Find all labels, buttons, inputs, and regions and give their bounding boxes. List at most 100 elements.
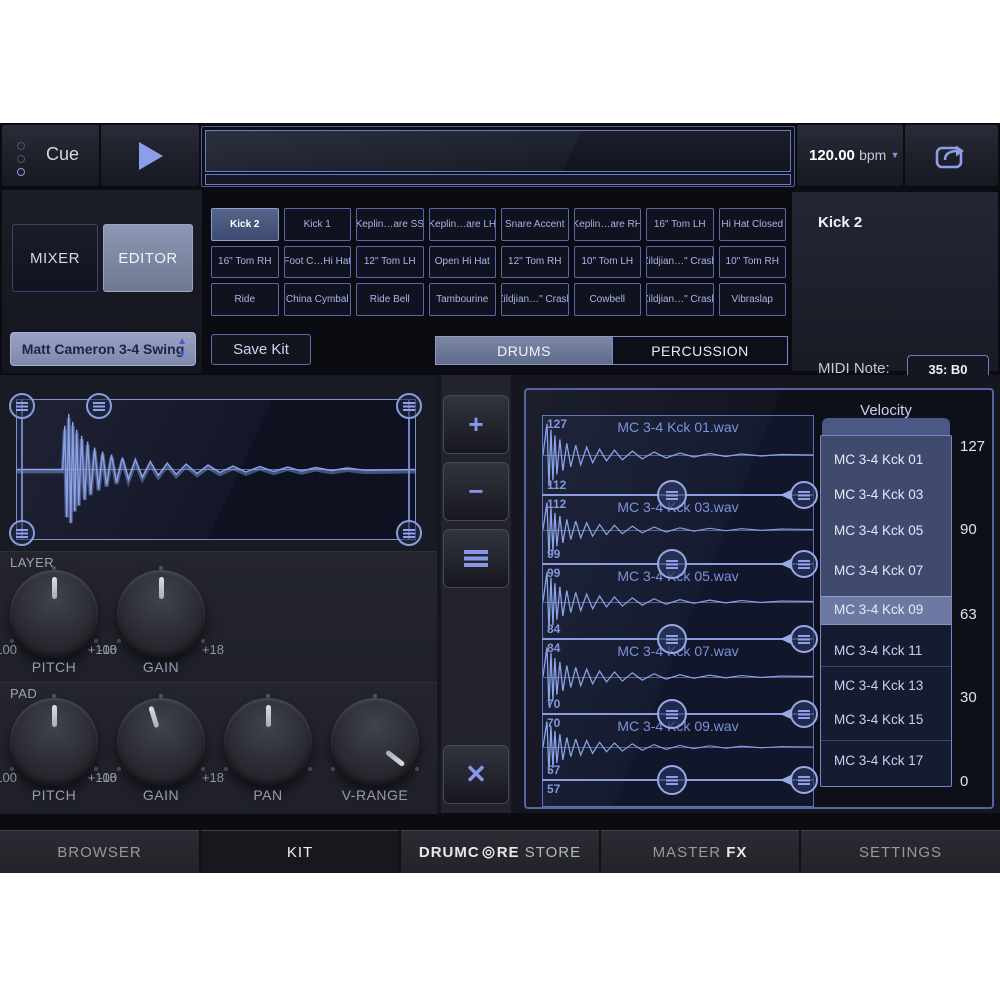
drag-handle-icon[interactable]: [657, 549, 687, 579]
plus-icon: +: [468, 409, 483, 440]
drag-handle-icon[interactable]: [657, 624, 687, 654]
velocity-pin-handle[interactable]: [790, 700, 818, 728]
end-bottom-handle[interactable]: [396, 520, 422, 546]
layer-gain-knob[interactable]: -18+18 GAIN: [106, 570, 216, 690]
bottom-navigation: BROWSER KIT DRUMCRE STORE MASTER FX SETT…: [0, 830, 1000, 873]
start-top-handle[interactable]: [9, 393, 35, 419]
cue-button[interactable]: Cue: [2, 125, 99, 186]
pad-zildjian-crash-1[interactable]: Zildjian…" Crash: [646, 246, 714, 279]
remove-layer-button[interactable]: −: [443, 462, 509, 521]
pad-snare-accent[interactable]: Snare Accent: [501, 208, 569, 241]
minus-icon: −: [468, 476, 483, 507]
nav-settings[interactable]: SETTINGS: [801, 830, 1000, 873]
mixer-button[interactable]: MIXER: [12, 224, 98, 292]
velocity-scale-30: 30: [960, 689, 994, 706]
list-item[interactable]: MC 3-4 Kck 05: [821, 516, 951, 546]
drag-handle-icon: [403, 529, 415, 538]
tempo-control[interactable]: 120.00 bpm ▼: [797, 125, 903, 186]
velocity-pin-handle[interactable]: [790, 550, 818, 578]
transport-display: [201, 126, 795, 187]
pad-10-tom-rh[interactable]: 10" Tom RH: [719, 246, 787, 279]
tab-percussion[interactable]: PERCUSSION: [612, 336, 788, 365]
pad-ride[interactable]: Ride: [211, 283, 279, 316]
drumcore-app-window: Cue 120.00 bpm ▼ MIXER EDITOR Matt Camer…: [0, 123, 1000, 873]
drag-handle-icon: [403, 402, 415, 411]
pad-cowbell[interactable]: Cowbell: [574, 283, 642, 316]
nav-kit[interactable]: KIT: [201, 830, 399, 873]
kit-preset-select[interactable]: Matt Cameron 3-4 Swing ▲▼: [10, 332, 196, 366]
drag-handle-icon[interactable]: [657, 765, 687, 795]
pad-snare-lh[interactable]: Keplin…are LH: [429, 208, 497, 241]
pad-kick-1[interactable]: Kick 1: [284, 208, 352, 241]
drag-handle-icon: [16, 402, 28, 411]
pad-snare-ss[interactable]: Keplin…are SS: [356, 208, 424, 241]
drag-handle-icon[interactable]: [657, 480, 687, 510]
editor-button[interactable]: EDITOR: [103, 224, 193, 292]
start-marker-line: [21, 400, 23, 539]
pad-12-tom-lh[interactable]: 12" Tom LH: [356, 246, 424, 279]
chevron-down-icon: ▼: [890, 150, 899, 160]
velocity-pin-handle[interactable]: [790, 625, 818, 653]
cue-indicator-dot: [17, 155, 25, 163]
list-item[interactable]: MC 3-4 Kck 07: [821, 556, 951, 586]
end-marker-line: [408, 400, 410, 539]
bpm-unit: bpm: [859, 147, 886, 163]
pad-tambourine[interactable]: Tambourine: [429, 283, 497, 316]
view-switch-panel: MIXER EDITOR Matt Cameron 3-4 Swing ▲▼: [2, 190, 202, 373]
layer-waveform: [17, 400, 415, 539]
list-item[interactable]: MC 3-4 Kck 15: [821, 705, 951, 735]
velocity-layers-panel: 127 MC 3-4 Kck 01.wav 112 112 MC 3-4 Kck…: [524, 388, 994, 809]
drag-handle-icon: [16, 529, 28, 538]
timeline-strip: [205, 174, 791, 185]
play-icon: [139, 142, 163, 170]
layer-waveform-area: [0, 375, 437, 551]
list-item[interactable]: MC 3-4 Kck 17: [821, 746, 951, 776]
pad-foot-hihat[interactable]: Foot C…Hi Hat: [284, 246, 352, 279]
pad-hihat-closed[interactable]: Hi Hat Closed: [719, 208, 787, 241]
pad-12-tom-rh[interactable]: 12" Tom RH: [501, 246, 569, 279]
pad-kick-2[interactable]: Kick 2: [211, 208, 279, 241]
delete-button[interactable]: ✕: [443, 745, 509, 804]
end-top-handle[interactable]: [396, 393, 422, 419]
cue-indicator-dot-active: [17, 168, 25, 176]
list-item[interactable]: MC 3-4 Kck 13: [821, 671, 951, 701]
pad-china-cymbal[interactable]: China Cymbal: [284, 283, 352, 316]
pad-10-tom-lh[interactable]: 10" Tom LH: [574, 246, 642, 279]
tab-drums[interactable]: DRUMS: [435, 336, 613, 365]
pad-gain-knob[interactable]: -18+18 GAIN: [106, 698, 216, 818]
nav-drumcore-store[interactable]: DRUMCRE STORE: [401, 830, 599, 873]
kit-section: MIXER EDITOR Matt Cameron 3-4 Swing ▲▼ K…: [0, 190, 1000, 373]
list-item[interactable]: MC 3-4 Kck 01: [821, 445, 951, 475]
pad-zildjian-crash-2[interactable]: Zildjian…" Crash: [501, 283, 569, 316]
export-button[interactable]: [905, 125, 998, 186]
pad-snare-rh[interactable]: Keplin…are RH: [574, 208, 642, 241]
drag-handle-icon[interactable]: [657, 699, 687, 729]
nav-browser[interactable]: BROWSER: [0, 830, 199, 873]
list-item[interactable]: MC 3-4 Kck 03: [821, 480, 951, 510]
pad-pan-knob[interactable]: PAN: [213, 698, 323, 818]
pad-ride-bell[interactable]: Ride Bell: [356, 283, 424, 316]
nav-master-fx[interactable]: MASTER FX: [601, 830, 799, 873]
list-item-selected[interactable]: MC 3-4 Kck 09: [821, 595, 951, 625]
layer-waveform-editor: [16, 399, 416, 540]
pad-vibraslap[interactable]: Vibraslap: [719, 283, 787, 316]
layer-section-label: LAYER: [10, 555, 54, 570]
save-kit-button[interactable]: Save Kit: [211, 334, 311, 365]
velocity-pin-handle[interactable]: [790, 766, 818, 794]
pad-zildjian-crash-3[interactable]: Zildjian…" Crash: [646, 283, 714, 316]
pad-vrange-knob[interactable]: V-RANGE: [320, 698, 430, 818]
fade-top-handle[interactable]: [86, 393, 112, 419]
pad-open-hihat[interactable]: Open Hi Hat: [429, 246, 497, 279]
layer-tools-column: + − ✕: [441, 375, 511, 813]
list-item[interactable]: MC 3-4 Kck 11: [821, 636, 951, 666]
velocity-pin-handle[interactable]: [790, 481, 818, 509]
layer-list-button[interactable]: [443, 529, 509, 588]
play-button[interactable]: [101, 125, 199, 186]
add-layer-button[interactable]: +: [443, 395, 509, 454]
layer-pitch-knob[interactable]: -100+100 PITCH: [0, 570, 109, 690]
velocity-scale-0: 0: [960, 773, 994, 790]
pad-16-tom-lh[interactable]: 16" Tom LH: [646, 208, 714, 241]
start-bottom-handle[interactable]: [9, 520, 35, 546]
pad-16-tom-rh[interactable]: 16" Tom RH: [211, 246, 279, 279]
pad-pitch-knob[interactable]: -100+100 PITCH: [0, 698, 109, 818]
